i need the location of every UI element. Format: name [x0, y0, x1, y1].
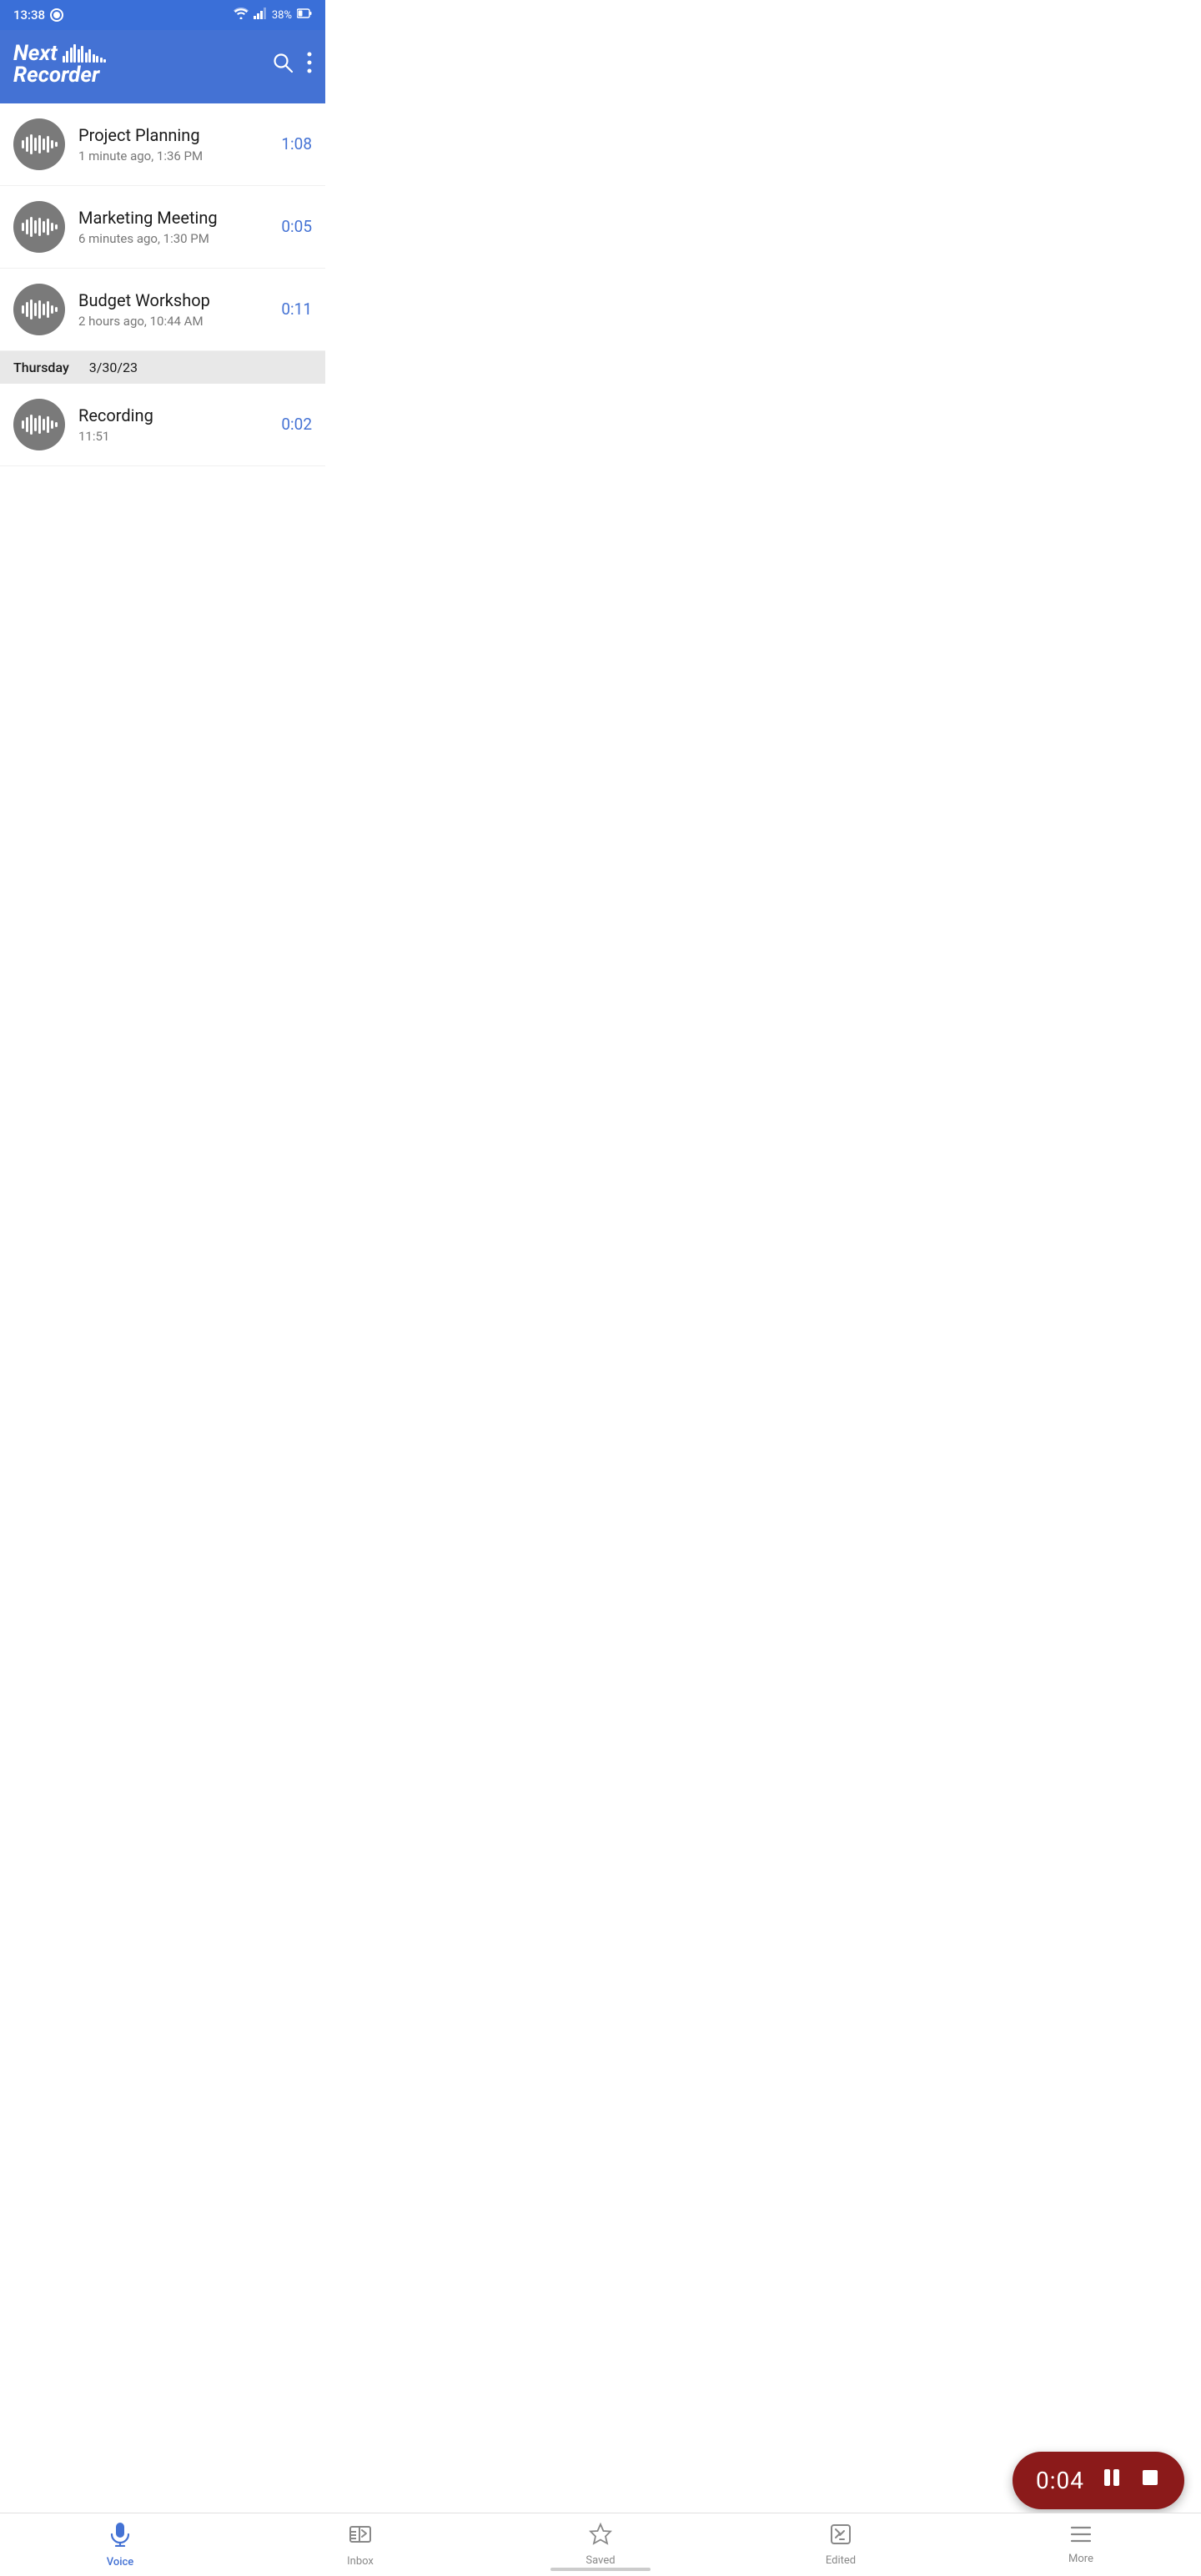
app-title: Next Recorder — [13, 42, 106, 88]
nav-item-inbox[interactable]: Inbox — [240, 2513, 480, 2576]
bottom-handle — [550, 2568, 651, 2571]
recording-avatar — [13, 284, 65, 335]
nav-item-voice[interactable]: Voice — [0, 2513, 240, 2576]
nav-item-saved[interactable]: Saved — [480, 2513, 721, 2576]
waveform-icon — [22, 413, 58, 436]
recording-info: Budget Workshop 2 hours ago, 10:44 AM — [78, 290, 274, 329]
nav-label-inbox: Inbox — [347, 2555, 374, 2568]
app-name-2: Recorder — [13, 63, 106, 88]
recording-avatar — [13, 201, 65, 253]
recording-duration: 0:02 — [281, 415, 312, 434]
status-bar: 13:38 38% — [0, 0, 325, 30]
recording-item[interactable]: Marketing Meeting 6 minutes ago, 1:30 PM… — [0, 186, 325, 269]
microphone-icon — [109, 2522, 131, 2553]
recording-title: Budget Workshop — [78, 290, 274, 310]
waveform-icon — [22, 215, 58, 239]
time-display: 13:38 — [13, 8, 45, 23]
recording-avatar — [13, 118, 65, 170]
status-right: 38% — [234, 8, 312, 23]
date-separator-date: 3/30/23 — [89, 360, 138, 375]
content-area: Project Planning 1 minute ago, 1:36 PM 1… — [0, 103, 325, 767]
menu-icon — [1070, 2524, 1092, 2549]
recording-info: Recording 11:51 — [78, 405, 274, 444]
recording-timer: 0:04 — [1036, 2467, 1084, 2494]
app-header: Next Recorder — [0, 30, 325, 103]
recording-duration: 1:08 — [281, 134, 312, 153]
pause-button[interactable] — [1101, 2467, 1123, 2494]
scissors-icon — [830, 2523, 852, 2551]
waveform-logo-icon — [63, 46, 107, 63]
search-icon[interactable] — [272, 52, 294, 78]
battery-percentage: 38% — [272, 9, 292, 22]
recording-meta: 2 hours ago, 10:44 AM — [78, 314, 274, 329]
status-time: 13:38 — [13, 8, 63, 23]
recording-item[interactable]: Project Planning 1 minute ago, 1:36 PM 1… — [0, 103, 325, 186]
recording-meta: 6 minutes ago, 1:30 PM — [78, 231, 274, 246]
date-separator: Thursday 3/30/23 — [0, 351, 325, 384]
waveform-icon — [22, 133, 58, 156]
recording-meta: 1 minute ago, 1:36 PM — [78, 148, 274, 164]
wifi-icon — [234, 8, 249, 23]
header-actions — [272, 52, 312, 78]
recording-info: Marketing Meeting 6 minutes ago, 1:30 PM — [78, 208, 274, 246]
recording-meta: 11:51 — [78, 429, 274, 444]
recording-avatar — [13, 399, 65, 450]
stop-button[interactable] — [1139, 2467, 1161, 2494]
battery-icon — [297, 8, 312, 22]
recording-item[interactable]: Budget Workshop 2 hours ago, 10:44 AM 0:… — [0, 269, 325, 351]
bottom-nav: Voice Inbox Saved — [0, 2513, 1201, 2576]
recording-item[interactable]: Recording 11:51 0:02 — [0, 384, 325, 466]
star-icon — [589, 2523, 612, 2551]
recording-duration: 0:05 — [281, 217, 312, 236]
record-indicator — [50, 8, 63, 22]
nav-label-more: More — [1068, 2553, 1093, 2565]
waveform-icon — [22, 298, 58, 321]
nav-label-saved: Saved — [585, 2554, 615, 2567]
recording-title: Project Planning — [78, 125, 274, 145]
inbox-icon — [349, 2523, 371, 2552]
recording-info: Project Planning 1 minute ago, 1:36 PM — [78, 125, 274, 164]
nav-item-more[interactable]: More — [961, 2513, 1201, 2576]
nav-label-edited: Edited — [826, 2554, 856, 2567]
recording-control-bar: 0:04 — [1013, 2452, 1184, 2509]
recording-title: Marketing Meeting — [78, 208, 274, 228]
recording-title: Recording — [78, 405, 274, 425]
nav-item-edited[interactable]: Edited — [721, 2513, 961, 2576]
signal-icon — [254, 8, 267, 23]
more-options-icon[interactable] — [307, 52, 312, 78]
recording-duration: 0:11 — [281, 299, 312, 319]
nav-label-voice: Voice — [107, 2556, 134, 2568]
date-separator-day: Thursday — [13, 360, 69, 375]
